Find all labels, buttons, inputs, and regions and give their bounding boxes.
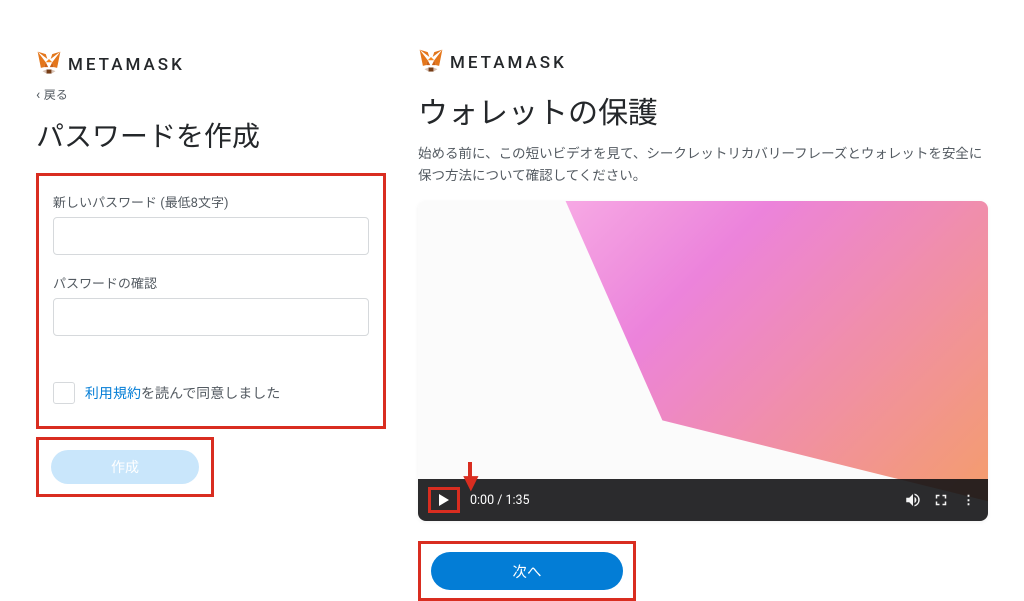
play-button-highlight [428, 487, 460, 513]
new-password-input[interactable] [53, 217, 369, 255]
terms-link[interactable]: 利用規約 [85, 386, 141, 402]
create-button-highlight: 作成 [36, 437, 214, 497]
terms-text: 利用規約を読んで同意しました [85, 383, 280, 403]
confirm-password-label: パスワードの確認 [53, 273, 369, 292]
terms-checkbox[interactable] [53, 382, 75, 404]
metamask-fox-icon [418, 48, 444, 78]
more-icon[interactable]: ⋮ [960, 491, 978, 509]
next-button[interactable]: 次へ [431, 552, 623, 590]
fullscreen-icon[interactable] [932, 491, 950, 509]
back-link[interactable]: 戻る [36, 86, 386, 103]
next-button-highlight: 次へ [418, 541, 636, 601]
brand-name: METAMASK [450, 53, 567, 73]
metamask-fox-icon [36, 50, 62, 80]
brand-name: METAMASK [68, 55, 185, 75]
create-button[interactable]: 作成 [51, 450, 199, 484]
password-form-highlight: 新しいパスワード (最低8文字) パスワードの確認 利用規約を読んで同意しました [36, 173, 386, 429]
confirm-password-field: パスワードの確認 [53, 273, 369, 336]
new-password-field: 新しいパスワード (最低8文字) [53, 192, 369, 255]
confirm-password-input[interactable] [53, 298, 369, 336]
volume-icon[interactable] [904, 491, 922, 509]
video-controls: 0:00 / 1:35 ⋮ [418, 479, 988, 521]
protect-wallet-heading: ウォレットの保護 [418, 88, 990, 132]
terms-rest: を読んで同意しました [141, 386, 280, 402]
terms-row: 利用規約を読んで同意しました [53, 382, 369, 404]
video-player[interactable]: 0:00 / 1:35 ⋮ [418, 201, 988, 521]
create-password-panel: METAMASK 戻る パスワードを作成 新しいパスワード (最低8文字) パス… [36, 50, 386, 497]
protect-wallet-panel: METAMASK ウォレットの保護 始める前に、この短いビデオを見て、シークレッ… [418, 48, 990, 601]
annotation-arrow-icon: ▼ [458, 470, 484, 496]
brand-left: METAMASK [36, 50, 386, 80]
create-password-heading: パスワードを作成 [36, 115, 386, 155]
protect-wallet-desc: 始める前に、この短いビデオを見て、シークレットリカバリーフレーズとウォレットを安… [418, 144, 990, 187]
new-password-label: 新しいパスワード (最低8文字) [53, 192, 369, 211]
brand-right: METAMASK [418, 48, 990, 78]
play-icon[interactable] [439, 494, 449, 506]
